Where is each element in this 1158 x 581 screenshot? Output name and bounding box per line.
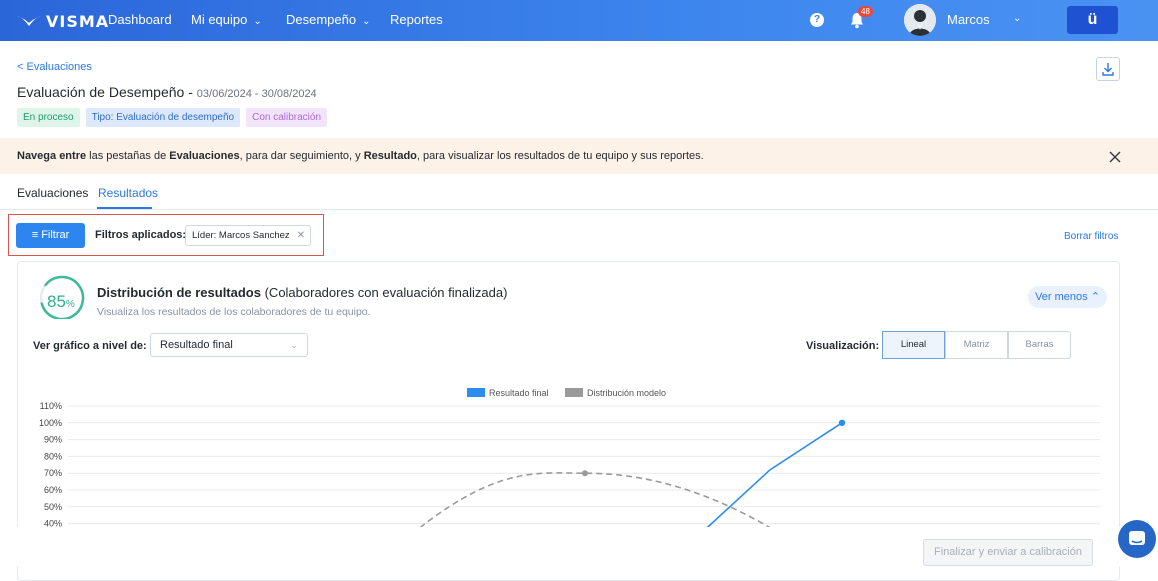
status-badge: En proceso [17, 108, 80, 127]
y-tick-label: 60% [44, 485, 62, 495]
collapse-toggle-button[interactable]: Ver menos ⌃ [1028, 286, 1107, 308]
nav-mi-equipo-label: Mi equipo [191, 12, 248, 27]
results-line-chart: Resultado final Distribución modelo 110%… [39, 388, 1100, 530]
y-tick-label: 80% [44, 451, 62, 461]
gauge-value: 85% [47, 292, 75, 312]
nav-reportes[interactable]: Reportes [390, 12, 443, 27]
banner-bold-3: Resultado [363, 150, 417, 162]
y-tick-label: 110% [40, 401, 62, 411]
banner-bold-2: Evaluaciones [169, 150, 240, 162]
app-switcher-button[interactable]: ü [1067, 6, 1118, 34]
chevron-down-icon[interactable]: ⌄ [1013, 13, 1021, 24]
gauge-unit: % [65, 299, 75, 310]
level-label: Ver gráfico a nivel de: [33, 340, 147, 352]
chart-grid [68, 405, 1100, 525]
level-select[interactable]: Resultado final ⌄ [150, 333, 308, 357]
filter-chip-label: Líder: Marcos Sanchez [192, 230, 290, 241]
y-tick-label: 50% [44, 502, 62, 512]
card-title-rest: (Colaboradores con evaluación finalizada… [260, 285, 508, 300]
card-title-bold: Distribución de resultados [97, 285, 261, 300]
nav-desempeno-label: Desempeño [286, 12, 357, 27]
result-data-point[interactable] [838, 419, 846, 426]
series-line-distribucion-modelo [419, 472, 771, 529]
y-tick-label: 100% [39, 418, 62, 428]
logo-text: VISMA [46, 11, 110, 31]
evaluation-name: Evaluación de Desempeño [17, 84, 185, 100]
finalize-and-send-button[interactable]: Finalizar y enviar a calibración [923, 539, 1093, 566]
viz-option-matriz[interactable]: Matriz [945, 331, 1008, 359]
evaluation-dates: 03/06/2024 - 30/08/2024 [196, 88, 317, 100]
user-photo-icon [904, 4, 936, 36]
level-select-value: Resultado final [160, 339, 233, 351]
clear-filters-link[interactable]: Borrar filtros [1064, 231, 1118, 242]
viz-option-barras[interactable]: Barras [1008, 331, 1071, 359]
avatar[interactable] [904, 4, 936, 36]
remove-filter-icon[interactable]: ✕ [297, 226, 305, 245]
visualization-label: Visualización: [806, 340, 880, 352]
visma-mark-icon [17, 16, 41, 26]
legend-label-model[interactable]: Distribución modelo [587, 388, 666, 398]
top-navbar: VISMA Dashboard Mi equipo ⌄ Desempeño ⌄ Re… [0, 0, 1158, 41]
banner-bold-1: Navega entre [17, 150, 87, 162]
model-peak-point[interactable] [582, 470, 588, 477]
nav-reportes-label: Reportes [390, 12, 443, 27]
tab-bar: Evaluaciones Resultados [0, 183, 1158, 210]
notification-badge: 48 [858, 6, 873, 17]
viz-option-lineal[interactable]: Lineal [882, 331, 945, 359]
chart-legend: Resultado final Distribución modelo [467, 388, 666, 398]
y-tick-label: 90% [44, 435, 62, 445]
tab-resultados[interactable]: Resultados [98, 186, 158, 200]
filter-button[interactable]: ≡ Filtrar [16, 223, 85, 248]
filter-button-label: Filtrar [41, 229, 70, 241]
collapse-toggle-label: Ver menos [1035, 291, 1088, 303]
chat-support-button[interactable] [1118, 520, 1156, 558]
filter-chip-leader: Líder: Marcos Sanchez ✕ [185, 225, 311, 246]
close-icon[interactable] [1108, 150, 1122, 164]
card-subtitle: Visualiza los resultados de los colabora… [97, 306, 371, 318]
chat-icon [1129, 531, 1145, 545]
download-icon [1102, 63, 1114, 76]
visma-logo[interactable]: VISMA [16, 11, 109, 31]
banner-text-1: las pestañas de [86, 150, 170, 162]
legend-swatch-model[interactable] [565, 388, 583, 397]
card-title: Distribución de resultados (Colaboradore… [97, 285, 507, 300]
user-name[interactable]: Marcos [947, 12, 990, 27]
chevron-down-icon: ⌄ [290, 340, 298, 350]
back-to-evaluaciones-link[interactable]: < Evaluaciones [17, 61, 92, 73]
banner-text-2: , para dar seguimiento, y [239, 150, 364, 162]
chevron-up-icon: ⌃ [1090, 291, 1100, 303]
calibration-badge: Con calibración [246, 108, 328, 127]
nav-desempeno[interactable]: Desempeño ⌄ [286, 12, 371, 27]
status-tags: En proceso Tipo: Evaluación de desempeño… [17, 108, 328, 127]
tab-evaluaciones[interactable]: Evaluaciones [17, 186, 88, 200]
nav-dashboard-label: Dashboard [108, 12, 172, 27]
y-tick-label: 70% [44, 468, 62, 478]
nav-dashboard[interactable]: Dashboard [108, 12, 172, 27]
filter-icon: ≡ [31, 229, 39, 241]
y-axis-ticks: 110%100%90%80%70%60%50%40% [39, 401, 62, 529]
chevron-down-icon: ⌄ [362, 16, 371, 27]
active-tab-indicator [97, 207, 152, 209]
download-button[interactable] [1096, 57, 1120, 81]
legend-label-result[interactable]: Resultado final [489, 388, 549, 398]
legend-swatch-result[interactable] [467, 388, 485, 397]
chevron-down-icon: ⌄ [253, 16, 262, 27]
applied-filters-label: Filtros aplicados: [95, 229, 187, 241]
info-banner: Navega entre las pestañas de Evaluacione… [0, 138, 1158, 174]
type-badge: Tipo: Evaluación de desempeño [85, 108, 241, 127]
help-icon[interactable]: ? [810, 13, 824, 27]
title-separator: - [184, 84, 197, 100]
gauge-number: 85 [47, 292, 66, 311]
banner-text-3: , para visualizar los resultados de tu e… [416, 150, 704, 162]
series-line-resultado-final [704, 422, 843, 530]
nav-mi-equipo[interactable]: Mi equipo ⌄ [191, 12, 262, 27]
page-title: Evaluación de Desempeño - 03/06/2024 - 3… [17, 84, 317, 100]
